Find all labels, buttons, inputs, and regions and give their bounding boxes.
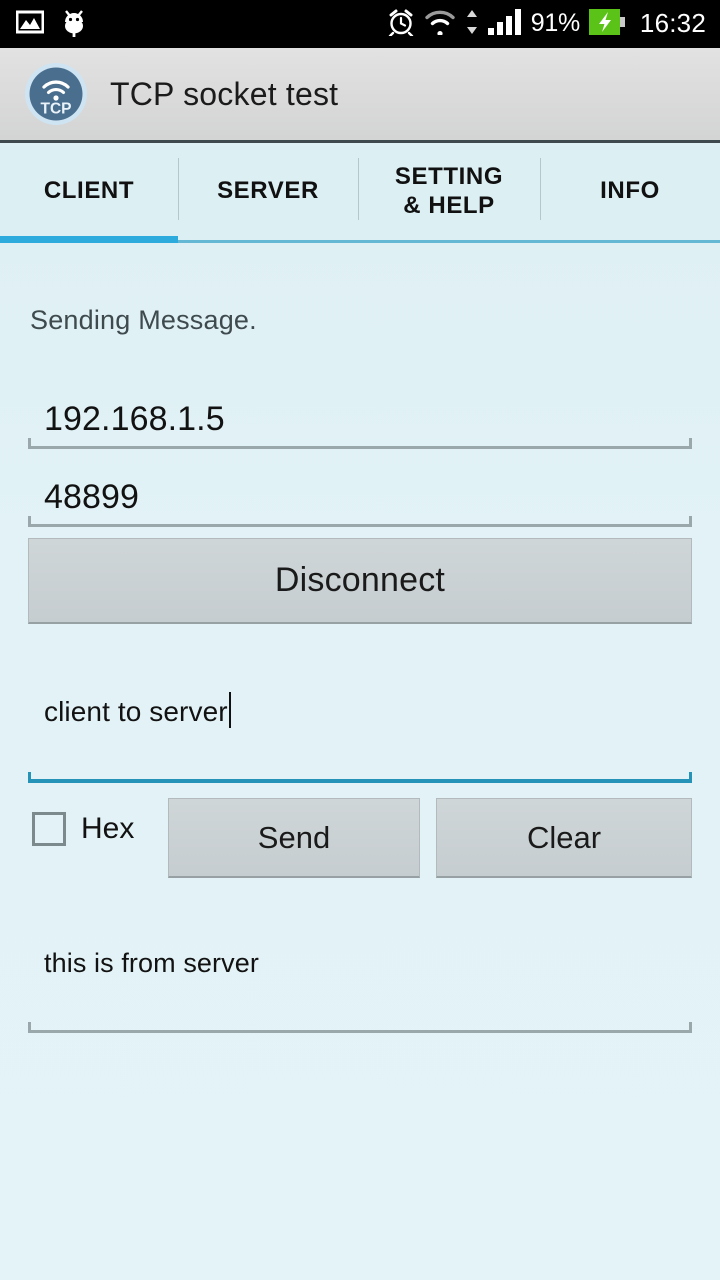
tab-server-label: SERVER xyxy=(217,177,319,205)
hex-checkbox[interactable] xyxy=(32,812,66,846)
wifi-icon xyxy=(424,9,456,40)
status-bar-right-icons: 91% 16:32 xyxy=(387,8,706,41)
text-cursor xyxy=(228,692,231,728)
field-tick-right xyxy=(689,772,692,783)
send-button-label: Send xyxy=(257,819,331,855)
tab-server[interactable]: SERVER xyxy=(178,146,358,243)
clear-button[interactable]: Clear xyxy=(436,798,692,878)
disconnect-button-label: Disconnect xyxy=(274,561,446,599)
received-message-value: this is from server xyxy=(44,948,259,978)
tcp-wifi-app-icon: TCP xyxy=(24,62,88,126)
disconnect-button[interactable]: Disconnect xyxy=(28,538,692,624)
ip-address-input[interactable]: 192.168.1.5 xyxy=(28,383,692,449)
page-title: TCP socket test xyxy=(110,75,339,112)
status-bar: 91% 16:32 xyxy=(0,0,720,48)
ip-address-value: 192.168.1.5 xyxy=(44,400,225,438)
svg-text:TCP: TCP xyxy=(41,101,72,118)
android-screen: 91% 16:32 TCP TCP socket test CLIENT SER… xyxy=(0,0,720,1280)
tab-setting-help[interactable]: SETTING & HELP xyxy=(358,146,540,243)
message-value-wrap: client to server xyxy=(44,692,231,728)
sending-message-label: Sending Message. xyxy=(30,305,257,335)
tab-client-indicator xyxy=(0,236,178,243)
clear-button-label: Clear xyxy=(526,819,602,855)
battery-percent-label: 91% xyxy=(530,8,580,37)
port-value: 48899 xyxy=(44,478,140,516)
tab-bar: CLIENT SERVER SETTING & HELP INFO xyxy=(0,146,720,243)
status-bar-left-icons xyxy=(15,7,86,42)
tab-info-label: INFO xyxy=(600,177,660,205)
field-underline xyxy=(28,446,692,449)
field-underline xyxy=(28,524,692,527)
hex-checkbox-group[interactable]: Hex xyxy=(32,812,134,846)
field-underline xyxy=(28,1030,692,1033)
status-bar-clock: 16:32 xyxy=(639,8,706,38)
message-input[interactable]: client to server xyxy=(28,656,692,783)
field-tick-right xyxy=(689,1022,692,1033)
field-tick-right xyxy=(689,438,692,449)
received-message-input[interactable]: this is from server xyxy=(28,928,692,1033)
client-tab-content: Sending Message. 192.168.1.5 48899 Disco… xyxy=(0,243,720,1280)
send-actions-row: Hex Send Clear xyxy=(0,798,720,884)
action-bar: TCP TCP socket test xyxy=(0,48,720,143)
cellular-signal-icon xyxy=(487,8,522,40)
tab-client[interactable]: CLIENT xyxy=(0,146,178,243)
field-tick-right xyxy=(689,516,692,527)
data-transfer-arrows-icon xyxy=(465,9,479,40)
battery-charging-icon xyxy=(588,8,625,40)
port-input[interactable]: 48899 xyxy=(28,461,692,527)
tab-setting-help-line2: & HELP xyxy=(403,191,495,219)
alarm-icon xyxy=(387,8,415,41)
tab-info[interactable]: INFO xyxy=(540,146,720,243)
tab-setting-help-label: SETTING & HELP xyxy=(395,163,503,226)
message-value: client to server xyxy=(44,696,228,727)
tab-client-label: CLIENT xyxy=(43,177,135,205)
tab-setting-help-line1: SETTING xyxy=(394,163,504,191)
hex-checkbox-label: Hex xyxy=(81,812,135,845)
send-button[interactable]: Send xyxy=(168,798,420,878)
field-underline xyxy=(28,779,692,783)
screenshot-icon xyxy=(15,10,45,39)
android-debug-icon xyxy=(62,7,86,42)
